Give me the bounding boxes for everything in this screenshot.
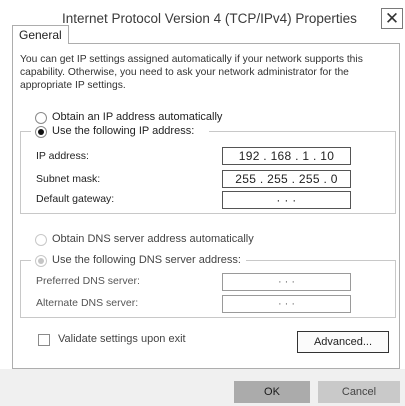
subnet-mask-label: Subnet mask:	[36, 173, 101, 185]
radio-obtain-ip-auto[interactable]	[35, 112, 47, 124]
radio-use-following-dns-label: Use the following DNS server address:	[52, 254, 241, 266]
radio-use-following-dns[interactable]	[35, 255, 47, 267]
radio-obtain-dns-auto[interactable]	[35, 234, 47, 246]
radio-selected-dot	[38, 258, 44, 264]
validate-checkbox-label: Validate settings upon exit	[58, 333, 186, 345]
intro-text: You can get IP settings assigned automat…	[20, 54, 363, 91]
preferred-dns-label: Preferred DNS server:	[36, 275, 140, 287]
alternate-dns-input[interactable]: · · ·	[222, 295, 351, 313]
default-gateway-input[interactable]: · · ·	[222, 191, 351, 209]
cancel-button[interactable]: Cancel	[318, 381, 400, 403]
ok-button[interactable]: OK	[234, 381, 310, 403]
tab-general[interactable]: General	[12, 25, 69, 44]
validate-checkbox[interactable]	[38, 334, 50, 346]
alternate-dns-label: Alternate DNS server:	[36, 297, 139, 309]
window-title: Internet Protocol Version 4 (TCP/IPv4) P…	[62, 11, 357, 26]
ip-address-label: IP address:	[36, 150, 89, 162]
ip-address-input[interactable]: 192 . 168 . 1 . 10	[222, 147, 351, 165]
radio-use-following-ip[interactable]	[35, 126, 47, 138]
radio-selected-dot	[38, 129, 44, 135]
radio-obtain-ip-auto-label: Obtain an IP address automatically	[52, 111, 223, 123]
default-gateway-label: Default gateway:	[36, 193, 115, 205]
radio-obtain-dns-auto-label: Obtain DNS server address automatically	[52, 233, 254, 245]
advanced-button[interactable]: Advanced...	[297, 331, 389, 353]
radio-use-following-ip-label: Use the following IP address:	[52, 125, 195, 137]
close-button[interactable]: ✕	[381, 8, 403, 29]
subnet-mask-input[interactable]: 255 . 255 . 255 . 0	[222, 170, 351, 188]
preferred-dns-input[interactable]: · · ·	[222, 273, 351, 291]
close-icon: ✕	[384, 8, 400, 28]
